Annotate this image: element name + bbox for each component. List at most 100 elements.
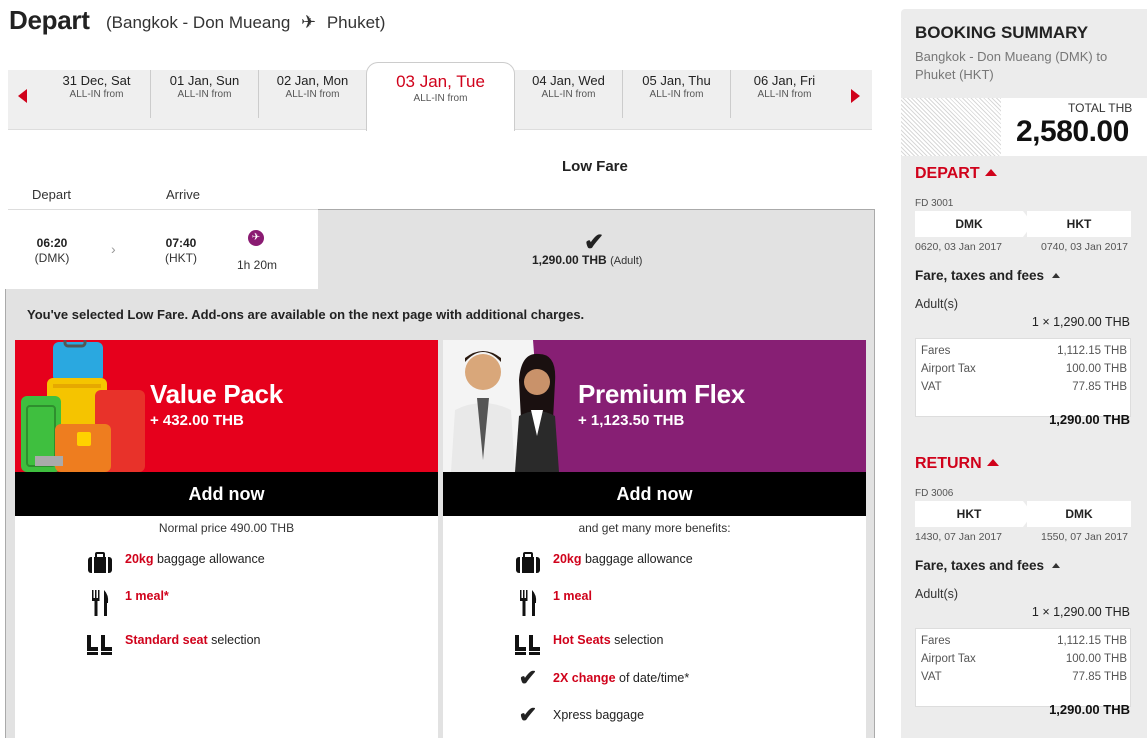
flight-info-plane-icon[interactable]: ✈	[248, 230, 264, 246]
value-pack-banner: Value Pack + 432.00 THB	[15, 340, 438, 472]
date-tab-06-jan[interactable]: 06 Jan, Fri ALL-IN from	[731, 70, 838, 118]
breakdown-label: Airport Tax	[921, 653, 976, 665]
collapse-arrow-icon	[986, 459, 999, 466]
business-people-image-icon	[443, 340, 573, 472]
value-pack-price: + 432.00 THB	[150, 412, 244, 429]
fork-knife-icon	[85, 589, 115, 620]
depart-destination-time: 0740, 03 Jan 2017	[1041, 241, 1128, 253]
depart-subtotal: 1,290.00 THB	[1049, 412, 1130, 427]
segment-origin: HKT	[915, 501, 1023, 527]
summary-return-toggle[interactable]: RETURN	[915, 455, 999, 473]
date-label: 03 Jan, Tue	[396, 72, 485, 91]
feature-text: baggage allowance	[581, 552, 693, 566]
feature-highlight: Hot Seats	[553, 633, 611, 647]
date-sub: ALL-IN from	[413, 93, 468, 104]
depart-time: 06:20	[36, 236, 68, 250]
breakdown-row: Fares 1,112.15 THB	[921, 635, 1127, 647]
seat-icon	[85, 633, 115, 660]
date-label: 04 Jan, Wed	[532, 73, 605, 88]
total-value: 2,580.00	[1016, 115, 1129, 148]
summary-depart-toggle[interactable]: DEPART	[915, 165, 997, 183]
fare-pax-note: (Adult)	[610, 255, 643, 267]
return-origin-time: 1430, 07 Jan 2017	[915, 531, 1002, 543]
flight-duration: 1h 20m	[237, 258, 278, 272]
segment-arrow-icon	[1023, 211, 1033, 237]
date-sub: ALL-IN from	[541, 89, 596, 100]
return-pax-label: Adult(s)	[915, 587, 959, 601]
return-flight-number: FD 3006	[915, 488, 954, 499]
premium-flex-add-now-button[interactable]: Add now	[443, 472, 866, 516]
feature-text: of date/time*	[615, 671, 690, 685]
breakdown-value: 77.85 THB	[1072, 671, 1127, 683]
depart-fare-breakdown: Fares 1,112.15 THB Airport Tax 100.00 THB …	[915, 338, 1131, 417]
breakdown-label: VAT	[921, 381, 942, 393]
breakdown-label: Fares	[921, 635, 951, 647]
prev-dates-arrow-icon[interactable]	[18, 89, 27, 103]
route-to: Phuket)	[326, 13, 386, 32]
return-fees-toggle[interactable]: Fare, taxes and fees	[915, 558, 1061, 573]
breakdown-row: Airport Tax 100.00 THB	[921, 363, 1127, 375]
suitcase-icon	[85, 552, 115, 577]
date-tab-01-jan[interactable]: 01 Jan, Sun ALL-IN from	[151, 70, 259, 118]
breakdown-row: VAT 77.85 THB	[921, 671, 1127, 683]
segment-destination: DMK	[1027, 501, 1131, 527]
plane-icon: ✈	[301, 12, 317, 32]
breakdown-row: VAT 77.85 THB	[921, 381, 1127, 393]
breakdown-value: 100.00 THB	[1065, 363, 1127, 375]
arrive-column-header: Arrive	[166, 187, 200, 202]
value-pack-add-now-button[interactable]: Add now	[15, 472, 438, 516]
return-segment: HKT DMK	[915, 501, 1131, 527]
checkmark-icon: ✔	[518, 665, 538, 690]
date-tab-04-jan[interactable]: 04 Jan, Wed ALL-IN from	[515, 70, 623, 118]
route-subtitle: (Bangkok - Don Mueang ✈ Phuket)	[106, 12, 385, 33]
depart-origin-time: 0620, 03 Jan 2017	[915, 241, 1002, 253]
section-heading: DEPART	[915, 165, 980, 182]
collapse-arrow-icon	[1052, 563, 1061, 568]
arrive-airport-code: (HKT)	[165, 251, 197, 265]
fees-heading: Fare, taxes and fees	[915, 558, 1045, 573]
arrive-time: 07:40	[165, 236, 197, 250]
value-pack-normal-price: Normal price 490.00 THB	[158, 521, 295, 535]
premium-flex-benefits-note: and get many more benefits:	[578, 521, 731, 535]
premium-flex-card: Premium Flex + 1,123.50 THB Add now and …	[443, 340, 866, 738]
depart-pax-label: Adult(s)	[915, 297, 959, 311]
date-sub: ALL-IN from	[757, 89, 812, 100]
collapse-arrow-icon	[1052, 273, 1061, 278]
depart-segment: DMK HKT	[915, 211, 1131, 237]
date-tab-05-jan[interactable]: 05 Jan, Thu ALL-IN from	[623, 70, 731, 118]
return-subtotal: 1,290.00 THB	[1049, 702, 1130, 717]
page-title: Depart	[9, 5, 90, 35]
feature-text: selection	[207, 633, 261, 647]
date-sub: ALL-IN from	[69, 89, 124, 100]
date-tab-02-jan[interactable]: 02 Jan, Mon ALL-IN from	[259, 70, 366, 118]
breakdown-value: 100.00 THB	[1065, 653, 1127, 665]
fare-amount: 1,290.00 THB	[532, 253, 607, 267]
date-tab-31-dec[interactable]: 31 Dec, Sat ALL-IN from	[43, 70, 151, 118]
feature-highlight: Standard seat	[125, 633, 208, 647]
depart-airport-code: (DMK)	[34, 251, 70, 265]
date-label: 06 Jan, Fri	[753, 73, 816, 88]
breakdown-label: Fares	[921, 345, 951, 357]
feature-highlight: 1 meal	[553, 589, 592, 603]
section-heading: RETURN	[915, 455, 982, 472]
breakdown-value: 77.85 THB	[1072, 381, 1127, 393]
date-tab-03-jan-selected[interactable]: 03 Jan, Tue ALL-IN from	[366, 62, 515, 131]
breakdown-value: 1,112.15 THB	[1057, 345, 1127, 357]
addons-message: You've selected Low Fare. Add-ons are av…	[27, 307, 585, 322]
premium-flex-title: Premium Flex	[578, 379, 745, 409]
return-destination-time: 1550, 07 Jan 2017	[1041, 531, 1128, 543]
return-pax-value: 1 × 1,290.00 THB	[1031, 605, 1130, 619]
depart-fees-toggle[interactable]: Fare, taxes and fees	[915, 268, 1061, 283]
breakdown-value: 1,112.15 THB	[1057, 635, 1127, 647]
feature-text: baggage allowance	[153, 552, 265, 566]
feature-text: selection	[610, 633, 664, 647]
collapse-arrow-icon	[984, 169, 997, 176]
seat-icon	[513, 633, 543, 660]
feature-highlight: 20kg	[125, 552, 154, 566]
fees-heading: Fare, taxes and fees	[915, 268, 1045, 283]
depart-flight-number: FD 3001	[915, 198, 954, 209]
date-sub: ALL-IN from	[177, 89, 232, 100]
next-dates-arrow-icon[interactable]	[851, 89, 860, 103]
suitcase-icon	[513, 552, 543, 577]
date-label: 02 Jan, Mon	[276, 73, 349, 88]
